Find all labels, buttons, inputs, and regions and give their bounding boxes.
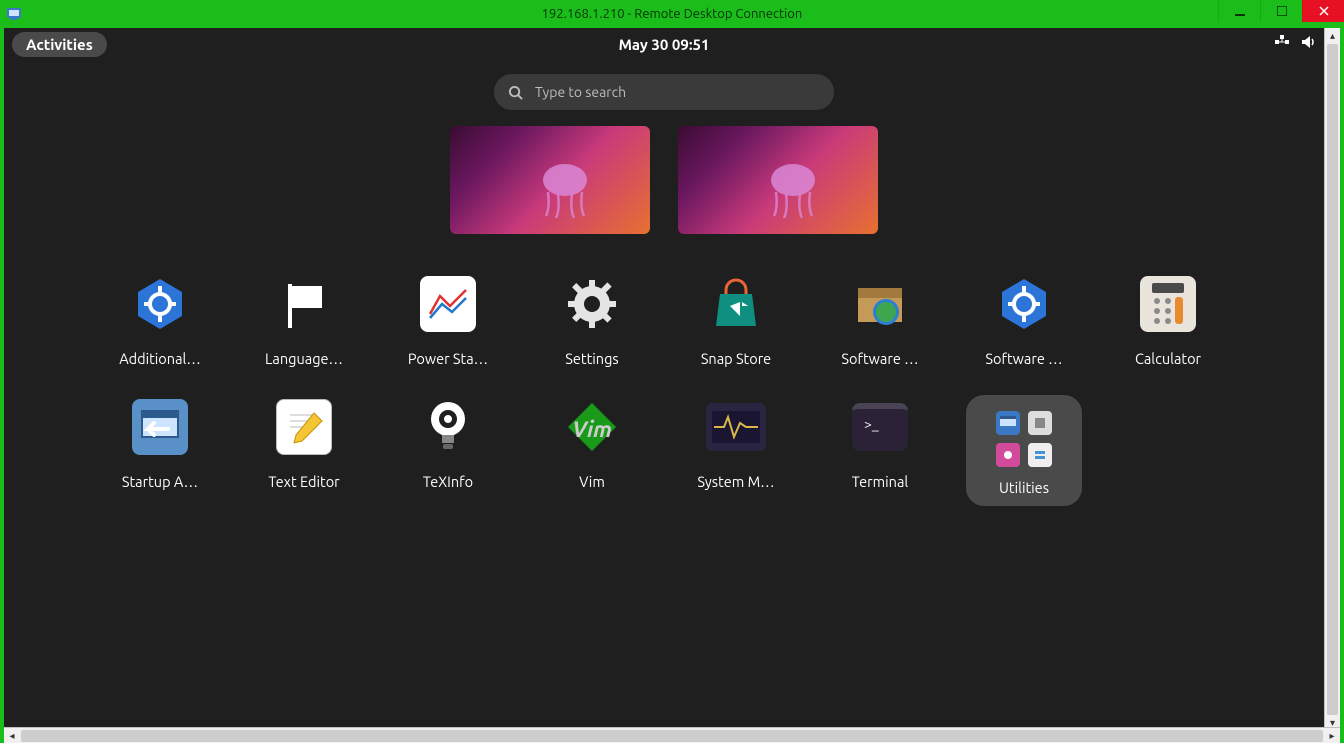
utilities-folder-icon: Utilities <box>966 395 1082 506</box>
workspace-1[interactable] <box>450 126 650 234</box>
app-calculator[interactable]: Calculator <box>1096 272 1240 367</box>
mini-app-icon <box>996 411 1020 435</box>
app-settings[interactable]: Settings <box>520 272 664 367</box>
vertical-scrollbar[interactable]: ▴ ▾ <box>1324 28 1340 731</box>
app-additional-drivers[interactable]: Additional… <box>88 272 232 367</box>
gnome-shell: Activities May 30 09:51 Type to search <box>4 28 1324 731</box>
calculator-icon <box>1136 272 1200 336</box>
app-snap-store[interactable]: Snap Store <box>664 272 808 367</box>
app-label: Snap Store <box>701 350 771 367</box>
app-label: Startup A… <box>122 473 198 490</box>
app-label: Text Editor <box>268 473 339 490</box>
rdp-title: 192.168.1.210 - Remote Desktop Connectio… <box>0 7 1344 21</box>
workspace-switcher <box>4 126 1324 238</box>
mini-app-icon <box>1028 443 1052 467</box>
app-label: Terminal <box>852 473 908 490</box>
app-label: Calculator <box>1135 350 1201 367</box>
scroll-left-button[interactable]: ◂ <box>4 730 20 742</box>
shopping-bag-icon <box>704 272 768 336</box>
close-button[interactable] <box>1302 0 1344 22</box>
mini-app-icon <box>1028 411 1052 435</box>
gnome-topbar: Activities May 30 09:51 <box>4 28 1324 60</box>
app-terminal[interactable]: >_ Terminal <box>808 395 952 506</box>
app-label: Additional… <box>119 350 201 367</box>
gear-blue-icon <box>128 272 192 336</box>
mini-app-icon <box>996 443 1020 467</box>
app-power-statistics[interactable]: Power Sta… <box>376 272 520 367</box>
rdp-titlebar[interactable]: 192.168.1.210 - Remote Desktop Connectio… <box>0 0 1344 28</box>
app-label: Software … <box>841 350 918 367</box>
app-text-editor[interactable]: Text Editor <box>232 395 376 506</box>
scroll-up-button[interactable]: ▴ <box>1325 28 1340 44</box>
window-controls <box>1218 0 1344 22</box>
app-label: Vim <box>579 473 605 490</box>
search-placeholder: Type to search <box>535 84 626 100</box>
app-system-monitor[interactable]: System M… <box>664 395 808 506</box>
maximize-button[interactable] <box>1260 0 1302 22</box>
horizontal-scrollbar[interactable]: ◂ ▸ <box>4 727 1340 743</box>
vim-icon: Vim <box>560 395 624 459</box>
terminal-icon: >_ <box>848 395 912 459</box>
activities-overview: Type to search <box>4 60 1324 731</box>
app-texinfo[interactable]: TeXInfo <box>376 395 520 506</box>
package-globe-icon <box>848 272 912 336</box>
svg-text:Vim: Vim <box>572 417 612 442</box>
app-grid: Additional… Language… <box>4 272 1324 506</box>
app-label: TeXInfo <box>423 473 473 490</box>
heartbeat-monitor-icon <box>704 395 768 459</box>
app-software-sources[interactable]: Software … <box>952 272 1096 367</box>
scroll-thumb[interactable] <box>21 730 1323 742</box>
window-arrow-icon <box>128 395 192 459</box>
notepad-pencil-icon <box>272 395 336 459</box>
scroll-right-button[interactable]: ▸ <box>1324 730 1340 742</box>
remote-viewport: Activities May 30 09:51 Type to search <box>4 28 1340 731</box>
gear-icon <box>560 272 624 336</box>
svg-text:>_: >_ <box>864 416 879 432</box>
gear-blue-icon <box>992 272 1056 336</box>
app-vim[interactable]: Vim Vim <box>520 395 664 506</box>
app-label: Power Sta… <box>408 350 488 367</box>
network-icon[interactable] <box>1274 34 1290 54</box>
volume-icon[interactable] <box>1300 34 1316 54</box>
app-label: Settings <box>565 350 618 367</box>
lightbulb-icon <box>416 395 480 459</box>
workspace-2[interactable] <box>678 126 878 234</box>
jellyfish-icon <box>758 158 828 218</box>
app-software-updates[interactable]: Software … <box>808 272 952 367</box>
app-label: Software … <box>985 350 1062 367</box>
rdp-window: 192.168.1.210 - Remote Desktop Connectio… <box>0 0 1344 743</box>
app-label: System M… <box>697 473 774 490</box>
app-label: Language… <box>265 350 343 367</box>
flag-icon <box>272 272 336 336</box>
app-label: Utilities <box>999 479 1049 496</box>
search-field[interactable]: Type to search <box>494 74 834 110</box>
activities-button[interactable]: Activities <box>12 32 107 57</box>
app-language-support[interactable]: Language… <box>232 272 376 367</box>
scroll-thumb[interactable] <box>1327 44 1338 715</box>
search-icon <box>508 85 523 100</box>
minimize-button[interactable] <box>1218 0 1260 22</box>
chart-icon <box>416 272 480 336</box>
app-startup-applications[interactable]: Startup A… <box>88 395 232 506</box>
system-tray[interactable] <box>1274 34 1316 54</box>
clock[interactable]: May 30 09:51 <box>4 36 1324 53</box>
app-folder-utilities[interactable]: Utilities <box>952 395 1096 506</box>
jellyfish-icon <box>530 158 600 218</box>
